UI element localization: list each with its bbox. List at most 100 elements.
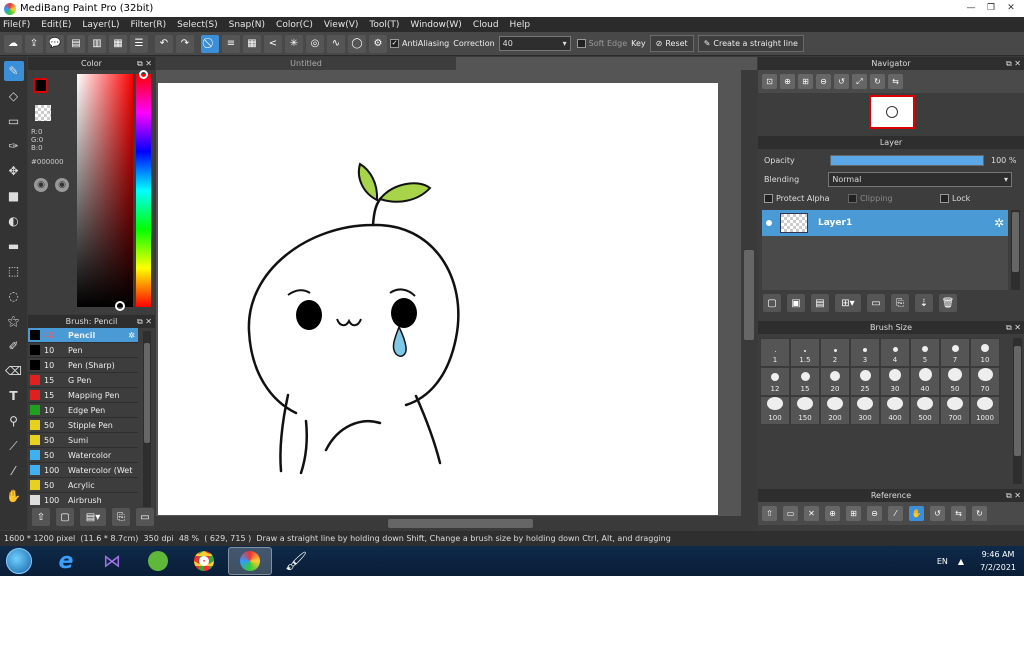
comment-icon[interactable]: 💬 [46,34,64,53]
duplicate-layer-icon[interactable]: ⎘ [891,294,909,312]
zoom-actual-icon[interactable]: ⊞ [798,74,813,89]
rotate-left-icon[interactable]: ↺ [834,74,849,89]
brush-list-item[interactable]: 50 Stipple Pen [28,418,138,433]
brush-new-icon[interactable]: ▢ [56,508,74,526]
palette-add-icon[interactable]: ◉ [55,178,69,192]
brush-add-icon[interactable]: ▤▾ [80,508,106,526]
menu-tool[interactable]: Tool(T) [369,20,399,30]
visibility-icon[interactable] [766,220,772,226]
maximize-icon[interactable]: ❐ [982,1,1000,14]
lock-checkbox[interactable] [940,194,949,203]
brush-size-cell[interactable]: 4 [880,338,910,367]
layer-settings-icon[interactable]: ✲ [994,216,1004,230]
panel-close-icon[interactable]: ⧉ ✕ [1006,489,1021,502]
ref-zoom-in-icon[interactable]: ⊕ [825,506,840,521]
eraser-tool-icon[interactable]: ◇ [4,86,24,106]
radial-snap-icon[interactable]: ✳ [285,34,303,53]
menu-layer[interactable]: Layer(L) [82,20,119,30]
ref-fit-icon[interactable]: ⊞ [846,506,861,521]
brush-size-cell[interactable]: 400 [880,396,910,425]
select-tool-icon[interactable]: ⬚ [4,261,24,281]
antialiasing-checkbox[interactable]: ✓ [390,39,399,48]
layer-list-scrollbar[interactable] [1011,210,1020,290]
panel-close-icon[interactable]: ⧉ ✕ [1006,321,1021,334]
soft-edge-checkbox[interactable] [576,39,586,48]
menu-view[interactable]: View(V) [324,20,359,30]
zoom-in-icon[interactable]: ⊕ [780,74,795,89]
brush-list-item[interactable]: 100 Watercolor (Wet [28,463,138,478]
correction-select[interactable]: 40 [498,36,571,51]
storyboard-icon[interactable]: ▦ [109,34,127,53]
blending-select[interactable]: Normal [828,172,1012,187]
menu-file[interactable]: File(F) [3,20,30,30]
canvas-horizontal-scrollbar[interactable] [156,516,741,530]
merge-down-icon[interactable]: ⇣ [915,294,933,312]
rect-tool-icon[interactable]: ▭ [4,111,24,131]
palette-icon[interactable]: ◉ [34,178,48,192]
navigator-preview[interactable] [869,95,915,129]
list-icon[interactable]: ☰ [130,34,148,53]
taskbar-medibang[interactable] [228,547,272,575]
brush-size-cell[interactable]: 3 [850,338,880,367]
new-folder-icon[interactable]: ▭ [867,294,885,312]
magic-wand-tool-icon[interactable]: ⚝ [4,311,24,331]
ref-cloud-icon[interactable]: ⇧ [762,506,777,521]
taskbar-visual-studio[interactable]: ⋈ [90,547,134,575]
circle-snap-icon[interactable]: ◯ [348,34,366,53]
ref-close-icon[interactable]: ✕ [804,506,819,521]
menu-cloud[interactable]: Cloud [473,20,499,30]
gradient-tool-icon[interactable]: ▬ [4,236,24,256]
lasso-tool-icon[interactable]: ◌ [4,286,24,306]
canvas-vertical-scrollbar[interactable] [741,70,757,530]
document-icon[interactable]: ▥ [88,34,106,53]
select-pen-tool-icon[interactable]: ✐ [4,336,24,356]
ref-eyedropper-icon[interactable]: ⁄ [888,506,903,521]
panel-close-icon[interactable]: ⧉ ✕ [137,57,152,70]
undo-icon[interactable]: ↶ [155,34,173,53]
perspective-snap-icon[interactable]: < [264,34,282,53]
move-tool-icon[interactable]: ✥ [4,161,24,181]
ref-flip-icon[interactable]: ⇆ [951,506,966,521]
chat-icon[interactable]: ▤ [67,34,85,53]
brush-list-scrollbar[interactable] [143,331,151,507]
menu-select[interactable]: Select(S) [177,20,218,30]
tray-expand-icon[interactable]: ▲ [958,557,964,566]
brush-list-item[interactable]: 50 Sumi [28,433,138,448]
hue-slider[interactable] [136,74,151,307]
reset-button[interactable]: ⊘ Reset [649,35,694,52]
concentric-snap-icon[interactable]: ◎ [306,34,324,53]
brush-size-cell[interactable]: 7 [940,338,970,367]
transparent-swatch[interactable] [35,105,51,121]
parallel-snap-icon[interactable]: ≡ [222,34,240,53]
brush-cloud-icon[interactable]: ⇧ [32,508,50,526]
protect-alpha-checkbox[interactable] [764,194,773,203]
add-layer-menu-icon[interactable]: ⊞▾ [835,294,861,312]
new-8bit-layer-icon[interactable]: ▣ [787,294,805,312]
snap-off-icon[interactable]: ⃠ [201,34,219,53]
new-1bit-layer-icon[interactable]: ▤ [811,294,829,312]
divide-tool-icon[interactable]: ⟋ [4,436,24,456]
snap-settings-icon[interactable]: ⚙ [369,34,387,53]
operation-tool-icon[interactable]: ⚲ [4,411,24,431]
brush-list-item[interactable]: 40 Pencil ✲ [28,328,138,343]
brush-list-item[interactable]: 100 Airbrush [28,493,138,506]
cloud-icon[interactable]: ☁ [4,34,22,53]
brush-folder-icon[interactable]: ▭ [136,508,154,526]
brush-size-cell[interactable]: 2 [820,338,850,367]
flip-icon[interactable]: ⇆ [888,74,903,89]
delete-layer-icon[interactable]: 🗑 [939,294,957,312]
vscroll-thumb[interactable] [744,250,754,340]
brush-list-item[interactable]: 15 G Pen [28,373,138,388]
brush-tool-icon[interactable]: ✎ [3,61,24,81]
brush-size-cell[interactable]: 12 [760,367,790,396]
brush-size-cell[interactable]: 70 [970,367,1000,396]
brush-size-cell[interactable]: 700 [940,396,970,425]
grid-snap-icon[interactable]: ▦ [243,34,261,53]
menu-color[interactable]: Color(C) [276,20,313,30]
brush-list-item[interactable]: 10 Edge Pen [28,403,138,418]
pen-tool-icon[interactable]: ✑ [4,136,24,156]
start-button[interactable] [6,548,32,574]
opacity-slider[interactable] [830,155,984,166]
create-straight-line-button[interactable]: ✎ Create a straight line [697,35,804,52]
current-color-swatch[interactable] [33,78,48,93]
